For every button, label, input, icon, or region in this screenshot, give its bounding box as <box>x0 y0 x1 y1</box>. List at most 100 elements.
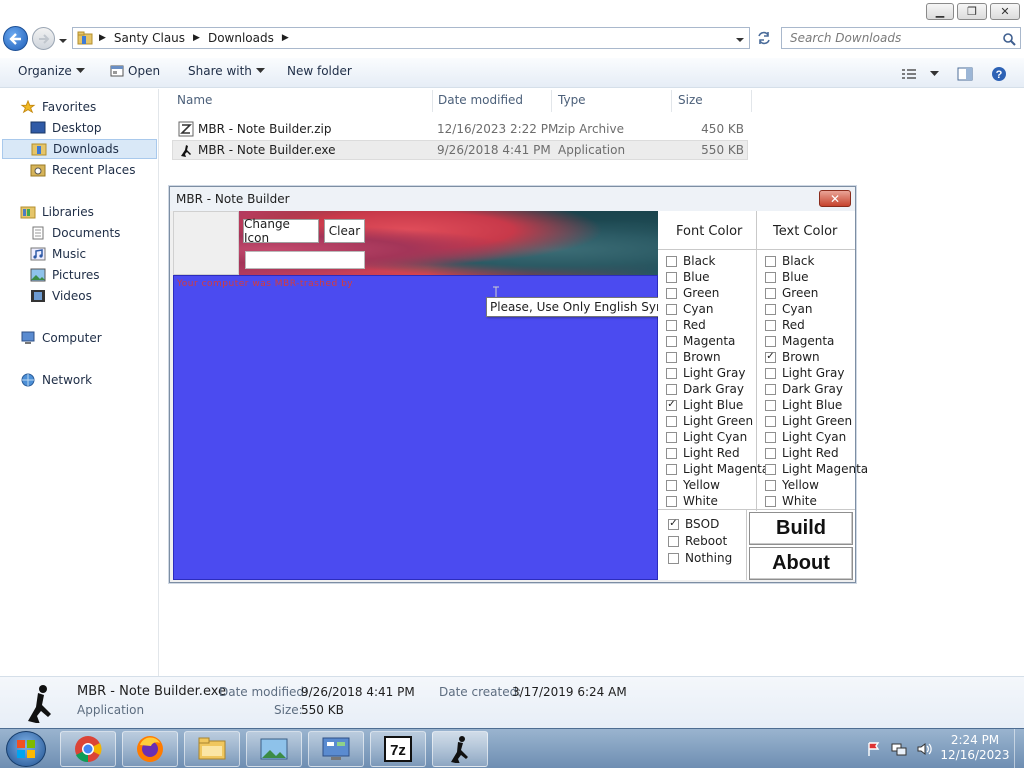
action-option-bsod[interactable]: ✓ BSOD <box>668 516 719 532</box>
about-button[interactable]: About <box>749 547 853 580</box>
icon-path-input[interactable] <box>245 251 365 269</box>
font-color-option-light-gray[interactable]: Light Gray <box>666 365 745 381</box>
column-divider[interactable] <box>671 90 672 112</box>
checkbox[interactable] <box>666 255 677 267</box>
open-button[interactable]: Open <box>110 64 160 78</box>
checkbox[interactable] <box>765 447 776 459</box>
taskbar-photo-viewer[interactable] <box>246 731 302 767</box>
clear-button[interactable]: Clear <box>324 219 365 243</box>
restore-button[interactable]: ❐ <box>957 3 987 20</box>
text-color-option-blue[interactable]: Blue <box>765 269 809 285</box>
help-icon[interactable]: ? <box>991 66 1007 82</box>
text-color-option-magenta[interactable]: Magenta <box>765 333 834 349</box>
nav-recent-places[interactable]: Recent Places <box>30 160 135 180</box>
checkbox[interactable] <box>765 463 776 475</box>
nav-computer[interactable]: Computer <box>20 328 102 348</box>
dialog-title-bar[interactable]: MBR - Note Builder ✕ <box>170 187 855 211</box>
recent-pages-dropdown[interactable] <box>58 34 68 43</box>
font-color-option-yellow[interactable]: Yellow <box>666 477 720 493</box>
close-button[interactable]: ✕ <box>990 3 1020 20</box>
text-color-option-light-gray[interactable]: Light Gray <box>765 365 844 381</box>
volume-icon[interactable] <box>916 741 932 757</box>
text-color-option-light-cyan[interactable]: Light Cyan <box>765 429 846 445</box>
checkbox[interactable] <box>666 335 677 347</box>
font-color-option-light-blue[interactable]: ✓ Light Blue <box>666 397 743 413</box>
column-divider[interactable] <box>751 90 752 112</box>
minimize-button[interactable]: ▁ <box>926 3 954 20</box>
search-input[interactable]: Search Downloads <box>781 27 1021 49</box>
font-color-option-light-magenta[interactable]: Light Magenta <box>666 461 769 477</box>
file-row[interactable]: MBR - Note Builder.zip 12/16/2023 2:22 P… <box>172 119 748 139</box>
taskbar-explorer[interactable] <box>184 731 240 767</box>
address-bar[interactable]: ▶ Santy Claus ▶ Downloads ▶ <box>72 27 750 49</box>
font-color-option-light-green[interactable]: Light Green <box>666 413 753 429</box>
build-button[interactable]: Build <box>749 512 853 545</box>
checkbox[interactable] <box>668 535 679 547</box>
checkbox[interactable]: ✓ <box>765 351 776 363</box>
nav-downloads[interactable]: Downloads <box>2 139 157 159</box>
checkbox[interactable] <box>765 415 776 427</box>
taskbar-firefox[interactable] <box>122 731 178 767</box>
taskbar-note-builder[interactable] <box>432 731 488 767</box>
dialog-close-button[interactable]: ✕ <box>819 190 851 207</box>
checkbox[interactable] <box>666 479 677 491</box>
checkbox[interactable] <box>666 463 677 475</box>
file-row-selected[interactable]: MBR - Note Builder.exe 9/26/2018 4:41 PM… <box>172 140 748 160</box>
checkbox[interactable] <box>765 495 776 507</box>
font-color-option-blue[interactable]: Blue <box>666 269 710 285</box>
nav-desktop[interactable]: Desktop <box>30 118 102 138</box>
clock[interactable]: 2:24 PM 12/16/2023 <box>940 733 1010 763</box>
text-color-option-light-red[interactable]: Light Red <box>765 445 839 461</box>
address-history-dropdown[interactable] <box>735 33 745 47</box>
checkbox[interactable] <box>666 287 677 299</box>
checkbox[interactable] <box>666 351 677 363</box>
font-color-option-green[interactable]: Green <box>666 285 719 301</box>
text-color-option-brown[interactable]: ✓ Brown <box>765 349 820 365</box>
checkbox[interactable] <box>765 319 776 331</box>
text-color-option-light-blue[interactable]: Light Blue <box>765 397 842 413</box>
checkbox[interactable] <box>765 367 776 379</box>
text-color-option-dark-gray[interactable]: Dark Gray <box>765 381 843 397</box>
column-divider[interactable] <box>432 90 433 112</box>
share-with-button[interactable]: Share with <box>188 64 265 78</box>
action-center-flag-icon[interactable] <box>866 741 882 757</box>
column-header-date-modified[interactable]: Date modified <box>438 93 523 107</box>
organize-button[interactable]: Organize <box>18 64 85 78</box>
breadcrumb-item-user[interactable]: Santy Claus <box>114 31 185 45</box>
taskbar-7zip[interactable]: 7z <box>370 731 426 767</box>
checkbox[interactable] <box>765 431 776 443</box>
forward-button[interactable] <box>32 27 55 50</box>
network-tray-icon[interactable] <box>891 741 907 757</box>
show-desktop-button[interactable] <box>1014 729 1024 769</box>
checkbox[interactable] <box>666 303 677 315</box>
action-option-reboot[interactable]: Reboot <box>668 533 727 549</box>
checkbox[interactable]: ✓ <box>668 518 679 530</box>
note-text-area[interactable]: Your computer was MBR-trashed by <box>173 275 658 580</box>
breadcrumb-separator-icon[interactable]: ▶ <box>193 33 200 43</box>
back-button[interactable] <box>3 26 28 51</box>
nav-libraries[interactable]: Libraries <box>20 202 94 222</box>
taskbar-control-panel[interactable] <box>308 731 364 767</box>
font-color-option-cyan[interactable]: Cyan <box>666 301 713 317</box>
column-header-name[interactable]: Name <box>177 93 212 107</box>
text-color-option-red[interactable]: Red <box>765 317 805 333</box>
refresh-button[interactable] <box>752 27 776 49</box>
checkbox[interactable] <box>666 415 677 427</box>
font-color-option-white[interactable]: White <box>666 493 718 509</box>
checkbox[interactable] <box>666 319 677 331</box>
font-color-option-dark-gray[interactable]: Dark Gray <box>666 381 744 397</box>
nav-pictures[interactable]: Pictures <box>30 265 100 285</box>
column-header-type[interactable]: Type <box>558 93 586 107</box>
font-color-option-black[interactable]: Black <box>666 253 715 269</box>
text-color-option-yellow[interactable]: Yellow <box>765 477 819 493</box>
text-color-option-green[interactable]: Green <box>765 285 818 301</box>
change-icon-button[interactable]: Change Icon <box>243 217 319 245</box>
nav-videos[interactable]: Videos <box>30 286 92 306</box>
text-color-option-light-magenta[interactable]: Light Magenta <box>765 461 868 477</box>
nav-music[interactable]: Music <box>30 244 86 264</box>
column-header-size[interactable]: Size <box>678 93 703 107</box>
font-color-option-magenta[interactable]: Magenta <box>666 333 735 349</box>
preview-pane-icon[interactable] <box>957 67 973 81</box>
breadcrumb-separator-icon[interactable]: ▶ <box>99 33 106 43</box>
checkbox[interactable]: ✓ <box>666 399 677 411</box>
